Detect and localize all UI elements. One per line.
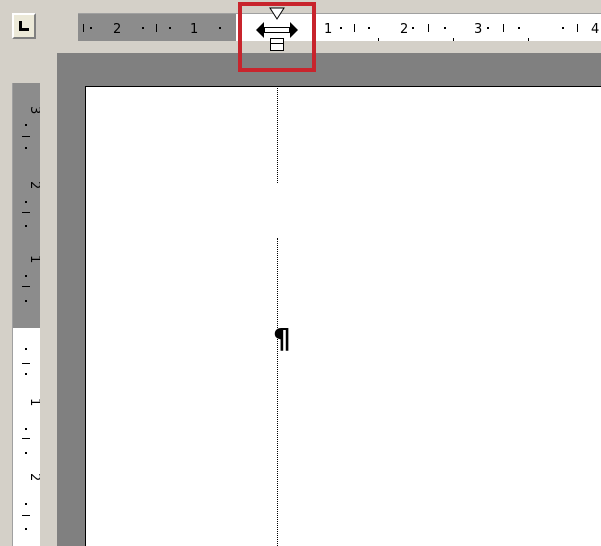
- ruler-label: 4: [591, 22, 599, 37]
- ruler-label: 1: [324, 22, 332, 37]
- horizontal-ruler[interactable]: 2 1 1 2 3 4: [78, 13, 601, 41]
- ruler-bottom-edge: [78, 41, 601, 53]
- ruler-ticks: 2 1 1 2 3 4: [83, 22, 599, 41]
- vertical-ruler-ticks: 3 2 1 1 2: [22, 106, 40, 530]
- vertical-ruler[interactable]: 3 2 1 1 2: [12, 83, 40, 546]
- ruler-label: 1: [27, 398, 40, 406]
- ruler-label: 2: [27, 473, 40, 481]
- column-boundary-guide: [277, 238, 278, 546]
- column-resize-marker-icon[interactable]: [252, 5, 304, 53]
- paragraph-mark: ¶: [273, 322, 291, 355]
- left-tab-icon: [19, 21, 29, 31]
- ruler-label: 1: [27, 255, 40, 263]
- ruler-label: 2: [400, 22, 408, 37]
- document-page[interactable]: [85, 86, 601, 546]
- ruler-label: 2: [27, 181, 40, 189]
- column-boundary-guide: [277, 88, 278, 183]
- ruler-label: 1: [190, 22, 198, 37]
- ruler-label: 3: [27, 106, 40, 114]
- ruler-label: 2: [113, 22, 121, 37]
- ruler-label: 3: [474, 22, 482, 37]
- tab-stop-selector[interactable]: [12, 13, 36, 39]
